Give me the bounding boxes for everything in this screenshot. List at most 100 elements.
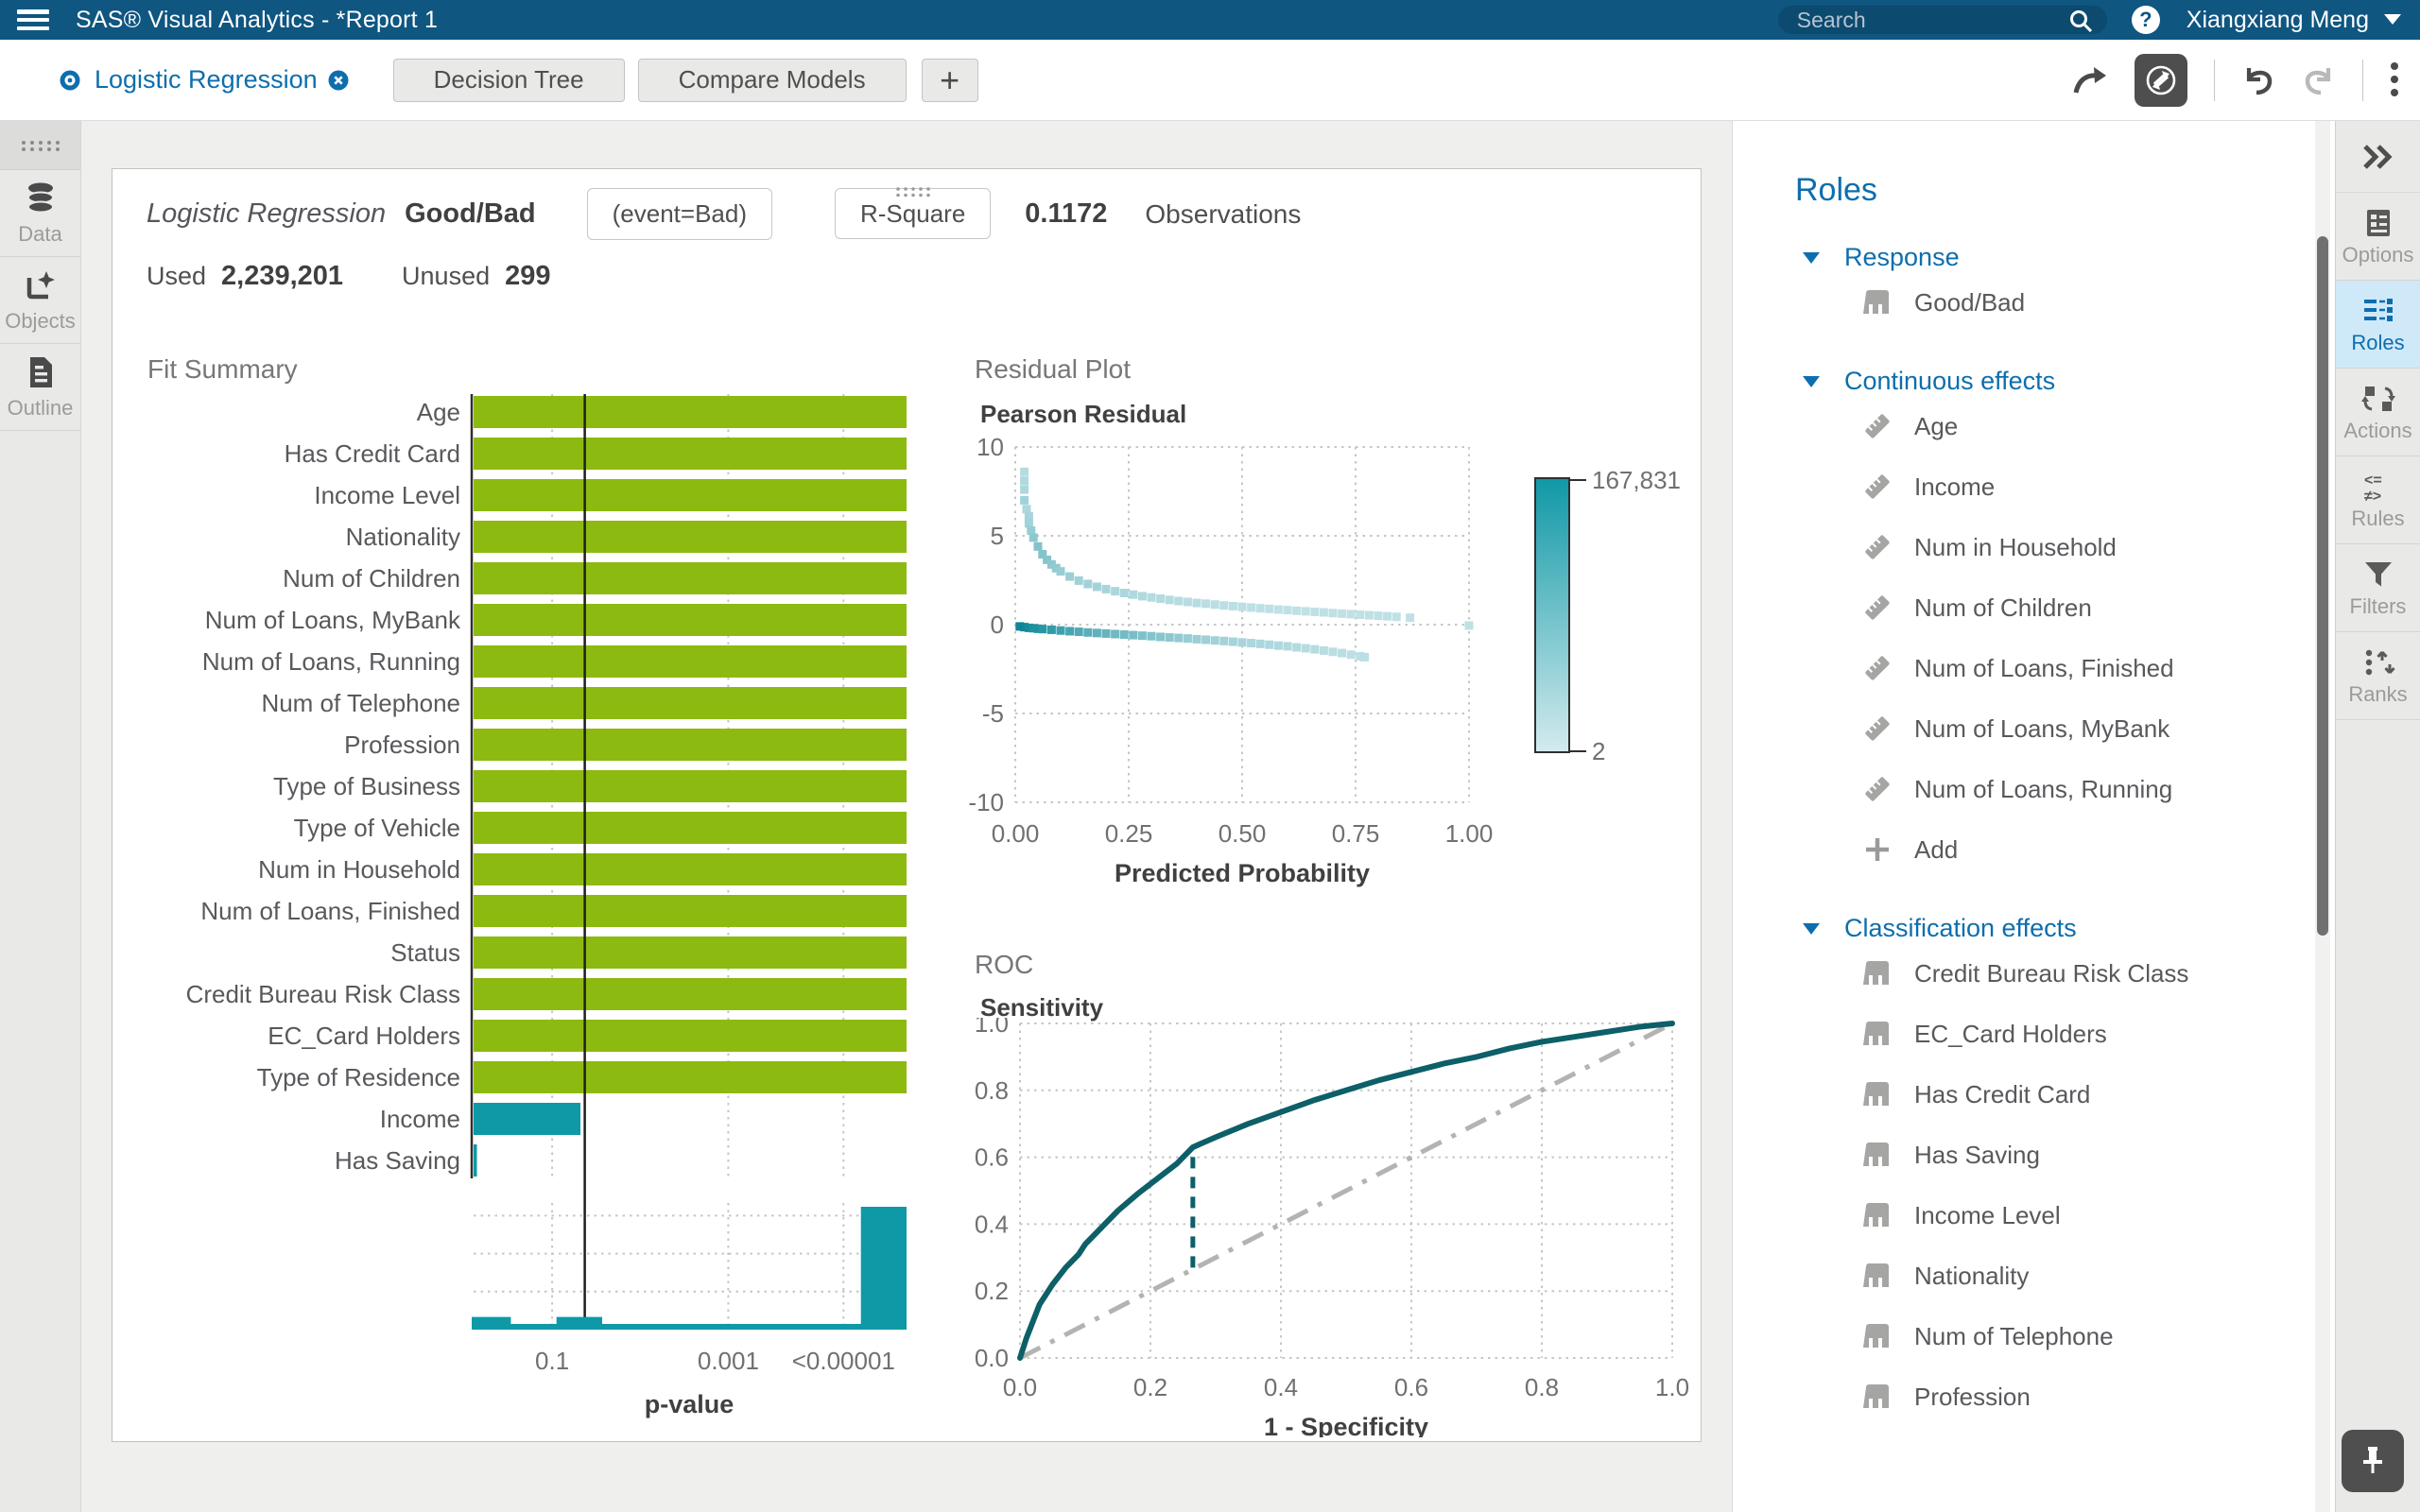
role-item-label: Num of Loans, Running: [1914, 775, 2172, 804]
collapse-panel-button[interactable]: [2336, 121, 2420, 193]
data-icon: [22, 180, 60, 217]
role-section-classification-effects[interactable]: Classification effects: [1795, 914, 2335, 943]
close-icon[interactable]: [327, 69, 350, 92]
roles-scrollbar[interactable]: [2315, 121, 2330, 1512]
svg-text:0.2: 0.2: [975, 1277, 1009, 1305]
scrollbar-thumb[interactable]: [2317, 236, 2328, 936]
roles-panel: Roles ResponseGood/BadContinuous effects…: [1732, 121, 2335, 1512]
category-icon: [1861, 957, 1893, 989]
role-item-num-of-loans-running[interactable]: Num of Loans, Running: [1795, 759, 2335, 819]
role-item-num-of-telephone[interactable]: Num of Telephone: [1795, 1306, 2335, 1366]
residual-plot-chart[interactable]: 0.000.250.500.751.001050-5-10167,8312Pre…: [968, 436, 1686, 889]
refresh-data-button[interactable]: [2135, 54, 2187, 107]
filters-icon: [2361, 558, 2395, 592]
panel-tab-roles[interactable]: Roles: [2336, 281, 2420, 369]
add-effect-button[interactable]: Add: [1795, 819, 2335, 880]
svg-text:0.001: 0.001: [698, 1347, 759, 1375]
menu-icon[interactable]: [17, 9, 49, 30]
role-item-income-level[interactable]: Income Level: [1795, 1185, 2335, 1246]
pin-button[interactable]: [2342, 1430, 2404, 1492]
role-item-num-in-household[interactable]: Num in Household: [1795, 517, 2335, 577]
share-report-button[interactable]: [2072, 64, 2108, 96]
add-page-button[interactable]: +: [922, 59, 978, 102]
redo-icon: [2302, 64, 2336, 96]
fit-stat-drag-handle[interactable]: [894, 185, 932, 203]
more-options-button[interactable]: [2390, 61, 2399, 99]
category-icon: [1861, 286, 1893, 318]
roc-chart[interactable]: 0.00.20.40.60.81.00.00.20.40.60.81.01 - …: [968, 1018, 1696, 1437]
fit-summary-chart[interactable]: 0.10.001<0.00001AgeHas Credit CardIncome…: [146, 392, 930, 1422]
role-item-has-credit-card[interactable]: Has Credit Card: [1795, 1064, 2335, 1125]
role-item-credit-bureau-risk-class[interactable]: Credit Bureau Risk Class: [1795, 943, 2335, 1004]
role-item-income[interactable]: Income: [1795, 456, 2335, 517]
sidebar-item-data[interactable]: Data: [0, 170, 80, 257]
svg-text:1.00: 1.00: [1445, 819, 1494, 848]
event-level-dropdown[interactable]: (event=Bad): [587, 188, 772, 240]
svg-text:Predicted Probability: Predicted Probability: [1115, 859, 1370, 887]
svg-text:0.8: 0.8: [975, 1076, 1009, 1105]
unused-value: 299: [505, 261, 550, 292]
panel-tab-actions[interactable]: Actions: [2336, 369, 2420, 456]
role-item-num-of-children[interactable]: Num of Children: [1795, 577, 2335, 638]
role-item-ec-card-holders[interactable]: EC_Card Holders: [1795, 1004, 2335, 1064]
role-item-profession[interactable]: Profession: [1795, 1366, 2335, 1427]
double-chevron-right-icon: [2361, 145, 2395, 169]
panel-tab-options[interactable]: Options: [2336, 193, 2420, 281]
search-icon[interactable]: [2067, 9, 2096, 32]
help-icon[interactable]: ?: [2132, 6, 2160, 34]
svg-text:Num in Household: Num in Household: [258, 855, 460, 884]
role-item-num-of-loans-finished[interactable]: Num of Loans, Finished: [1795, 638, 2335, 698]
redo-button[interactable]: [2302, 64, 2336, 96]
role-item-has-saving[interactable]: Has Saving: [1795, 1125, 2335, 1185]
svg-text:≠>: ≠>: [2364, 489, 2381, 504]
user-menu[interactable]: Xiangxiang Meng: [2187, 7, 2401, 34]
role-item-label: Income Level: [1914, 1201, 2061, 1230]
svg-text:Age: Age: [417, 398, 460, 426]
page-state-icon: [59, 69, 81, 92]
role-section-response[interactable]: Response: [1795, 243, 2335, 272]
role-item-num-of-loans-mybank[interactable]: Num of Loans, MyBank: [1795, 698, 2335, 759]
undo-button[interactable]: [2241, 64, 2275, 96]
logistic-regression-object[interactable]: Logistic Regression Good/Bad (event=Bad)…: [112, 168, 1702, 1442]
svg-text:Num of Children: Num of Children: [283, 564, 460, 593]
app-header: SAS® Visual Analytics - *Report 1 ? Xian…: [0, 0, 2420, 40]
role-item-label: Num of Loans, Finished: [1914, 654, 2174, 683]
roc-title: ROC: [975, 950, 1033, 980]
sidebar-item-label: Objects: [5, 309, 76, 334]
sidebar-item-objects[interactable]: Objects: [0, 257, 80, 344]
sidebar-item-outline[interactable]: Outline: [0, 344, 80, 431]
panel-tab-filters[interactable]: Filters: [2336, 544, 2420, 632]
actions-icon: [2361, 382, 2395, 416]
svg-text:Credit Bureau Risk Class: Credit Bureau Risk Class: [186, 980, 460, 1008]
search-input[interactable]: [1778, 6, 2107, 34]
kebab-menu-icon: [2390, 61, 2399, 99]
role-section-continuous-effects[interactable]: Continuous effects: [1795, 367, 2335, 396]
roles-icon: [2361, 294, 2395, 328]
right-tab-strip: Options Roles Actions<=≠>Rules Filters Ranks: [2335, 121, 2420, 1512]
svg-text:0.2: 0.2: [1133, 1373, 1167, 1401]
role-item-label: Num of Telephone: [1914, 1322, 2114, 1351]
tab-decision-tree[interactable]: Decision Tree: [393, 59, 625, 102]
role-item-label: Num of Children: [1914, 593, 2092, 623]
svg-text:Type of Business: Type of Business: [273, 772, 460, 800]
role-item-good-bad[interactable]: Good/Bad: [1795, 272, 2335, 333]
svg-text:1.0: 1.0: [975, 1018, 1009, 1038]
panel-tab-label: Roles: [2351, 331, 2404, 355]
panel-tab-label: Filters: [2350, 594, 2407, 619]
tab-compare-models[interactable]: Compare Models: [638, 59, 907, 102]
measure-icon: [1861, 471, 1893, 503]
unused-label: Unused: [402, 262, 490, 291]
report-tab-bar: Logistic Regression Decision Tree Compare…: [0, 40, 2420, 121]
used-value: 2,239,201: [221, 261, 343, 292]
svg-text:0.75: 0.75: [1332, 819, 1380, 848]
panel-tab-rules[interactable]: <=≠>Rules: [2336, 456, 2420, 544]
role-item-nationality[interactable]: Nationality: [1795, 1246, 2335, 1306]
measure-icon: [1861, 410, 1893, 442]
role-item-age[interactable]: Age: [1795, 396, 2335, 456]
svg-text:2: 2: [1592, 737, 1605, 765]
svg-text:Has Saving: Has Saving: [335, 1146, 460, 1175]
panel-tab-ranks[interactable]: Ranks: [2336, 632, 2420, 720]
rail-drag-handle[interactable]: [0, 121, 80, 170]
search-box[interactable]: [1778, 6, 2107, 34]
tab-logistic-regression[interactable]: Logistic Regression: [59, 65, 350, 94]
